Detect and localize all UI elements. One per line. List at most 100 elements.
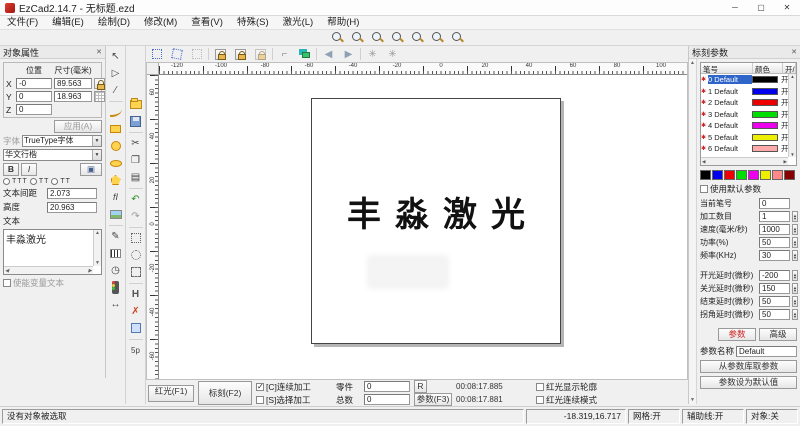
- chevron-down-icon[interactable]: ▼: [92, 150, 101, 160]
- lock-z-icon[interactable]: [252, 46, 269, 62]
- mirror-horizontal-icon[interactable]: ◀: [320, 46, 337, 62]
- bitmap-tool-icon[interactable]: [107, 206, 124, 222]
- paste-icon[interactable]: ▤: [127, 169, 144, 185]
- menu-laser[interactable]: 激光(L): [276, 16, 321, 30]
- part-reset-button[interactable]: R: [414, 380, 427, 393]
- palette-swatch[interactable]: [712, 170, 723, 180]
- status-guide-toggle[interactable]: 辅助线:开: [682, 409, 744, 424]
- menu-special[interactable]: 特殊(S): [230, 16, 276, 30]
- menu-file[interactable]: 文件(F): [0, 16, 45, 30]
- menu-view[interactable]: 查看(V): [184, 16, 230, 30]
- delay-tool-icon[interactable]: ◷: [107, 262, 124, 278]
- red-contour-checkbox[interactable]: [536, 383, 544, 391]
- size-y-input[interactable]: 18.963: [54, 91, 92, 102]
- palette-swatch[interactable]: [760, 170, 771, 180]
- align-left-radio[interactable]: [3, 178, 10, 185]
- line-tool-icon[interactable]: ∕: [107, 82, 124, 98]
- pen-row[interactable]: ✱3 Default开: [701, 109, 796, 121]
- status-grid-toggle[interactable]: 网格:开: [628, 409, 680, 424]
- redo-icon[interactable]: ↷: [127, 208, 144, 224]
- barcode-tool-icon[interactable]: [107, 245, 124, 261]
- minimize-button[interactable]: ─: [722, 0, 748, 16]
- panel-scrollbar[interactable]: ▲▼: [689, 59, 697, 404]
- continuous-checkbox[interactable]: [256, 383, 264, 391]
- save-file-icon[interactable]: [127, 113, 144, 129]
- align-right-radio[interactable]: [51, 178, 58, 185]
- pos-z-input[interactable]: 0: [16, 104, 52, 115]
- font-size-tool-icon[interactable]: 5p: [127, 342, 144, 358]
- part-count-input[interactable]: 0: [364, 381, 410, 392]
- param-button[interactable]: 参数: [718, 328, 756, 341]
- status-object-toggle[interactable]: 对象:关: [746, 409, 798, 424]
- char-space-input[interactable]: 2.073: [47, 188, 97, 199]
- from-library-button[interactable]: 从参数库取参数: [700, 360, 797, 373]
- mark-text-object[interactable]: 丰淼激光: [312, 187, 560, 236]
- close-button[interactable]: ✕: [774, 0, 800, 16]
- param-name-input[interactable]: Default: [736, 346, 797, 357]
- spinner[interactable]: ▲▼: [792, 309, 798, 320]
- params-f3-button[interactable]: 参数(F3): [414, 393, 452, 406]
- pen-row[interactable]: ✱5 Default开: [701, 132, 796, 144]
- laser-off-delay-input[interactable]: 150: [759, 283, 790, 294]
- spinner[interactable]: ▲▼: [792, 211, 798, 222]
- pen-row[interactable]: ✱0 Default开: [701, 74, 796, 86]
- ellipse-tool-icon[interactable]: [107, 155, 124, 171]
- spinner[interactable]: ▲▼: [792, 224, 798, 235]
- pen-col-color[interactable]: 颜色: [753, 63, 783, 73]
- zoom-page-icon[interactable]: [431, 31, 445, 44]
- italic-button[interactable]: I: [21, 163, 37, 176]
- transform-rotate-icon[interactable]: [168, 46, 185, 62]
- corner-delay-input[interactable]: 50: [759, 309, 790, 320]
- spinner[interactable]: ▲▼: [792, 296, 798, 307]
- open-file-icon[interactable]: [127, 96, 144, 112]
- tools-icon[interactable]: ✗: [127, 303, 144, 319]
- anchor-grid-button[interactable]: [94, 91, 105, 102]
- layer-color-icon[interactable]: [296, 46, 313, 62]
- io-control-tool-icon[interactable]: [107, 279, 124, 295]
- pen-row[interactable]: ✱6 Default开: [701, 143, 796, 155]
- advanced-button[interactable]: 高级: [759, 328, 797, 341]
- maximize-button[interactable]: ▢: [748, 0, 774, 16]
- textarea-vscrollbar[interactable]: ▲▼: [93, 230, 101, 266]
- path-snap-icon[interactable]: ⌐: [276, 46, 293, 62]
- zoom-tool-icon[interactable]: [331, 31, 345, 44]
- zoom-in-icon[interactable]: [351, 31, 365, 44]
- select-tool-icon[interactable]: ↖: [107, 48, 124, 64]
- array-copy-icon[interactable]: [127, 230, 144, 246]
- work-area[interactable]: 丰淼激光: [311, 98, 561, 344]
- font-name-select[interactable]: 华文行楷▼: [3, 149, 102, 161]
- red-continuous-checkbox[interactable]: [536, 396, 544, 404]
- polygon-tool-icon[interactable]: [107, 172, 124, 188]
- lock-y-icon[interactable]: [232, 46, 249, 62]
- menu-draw[interactable]: 绘制(D): [91, 16, 137, 30]
- drawing-canvas[interactable]: -120 -100 -80 -60 -40 -20 0 20 40 60 80 …: [146, 62, 688, 380]
- hatch-icon[interactable]: H: [127, 286, 144, 302]
- curve-tool-icon[interactable]: [107, 104, 124, 120]
- menu-modify[interactable]: 修改(M): [137, 16, 184, 30]
- count-input[interactable]: 1: [759, 211, 790, 222]
- size-x-input[interactable]: 89.563: [54, 78, 92, 89]
- menu-help[interactable]: 帮助(H): [320, 16, 366, 30]
- palette-swatch[interactable]: [700, 170, 711, 180]
- height-input[interactable]: 20.963: [47, 202, 97, 213]
- palette-swatch[interactable]: [736, 170, 747, 180]
- pen-list[interactable]: 笔号 颜色 开/关 ✱0 Default开 ✱1 Default开 ✱2 Def…: [700, 62, 797, 166]
- mirror-vertical-icon[interactable]: ▶: [340, 46, 357, 62]
- node-edit-tool-icon[interactable]: ▷: [107, 65, 124, 81]
- zoom-out-icon[interactable]: [371, 31, 385, 44]
- laser-on-delay-input[interactable]: -200: [759, 270, 790, 281]
- pen-list-hscrollbar[interactable]: ◀▶: [701, 157, 788, 165]
- hatch-preview2-icon[interactable]: ✳: [384, 46, 401, 62]
- palette-swatch[interactable]: [772, 170, 783, 180]
- menu-edit[interactable]: 编辑(E): [45, 16, 91, 30]
- aspect-lock-icon[interactable]: [94, 78, 105, 89]
- rectangle-tool-icon[interactable]: [107, 121, 124, 137]
- palette-swatch[interactable]: [724, 170, 735, 180]
- pen-list-vscrollbar[interactable]: ▲▼: [788, 74, 796, 157]
- panel-close-icon[interactable]: ✕: [96, 48, 102, 56]
- pen-col-number[interactable]: 笔号: [701, 63, 753, 73]
- variable-text-checkbox[interactable]: [3, 279, 11, 287]
- lock-x-icon[interactable]: [212, 46, 229, 62]
- save-font-button[interactable]: ▣: [80, 163, 102, 176]
- palette-swatch[interactable]: [784, 170, 795, 180]
